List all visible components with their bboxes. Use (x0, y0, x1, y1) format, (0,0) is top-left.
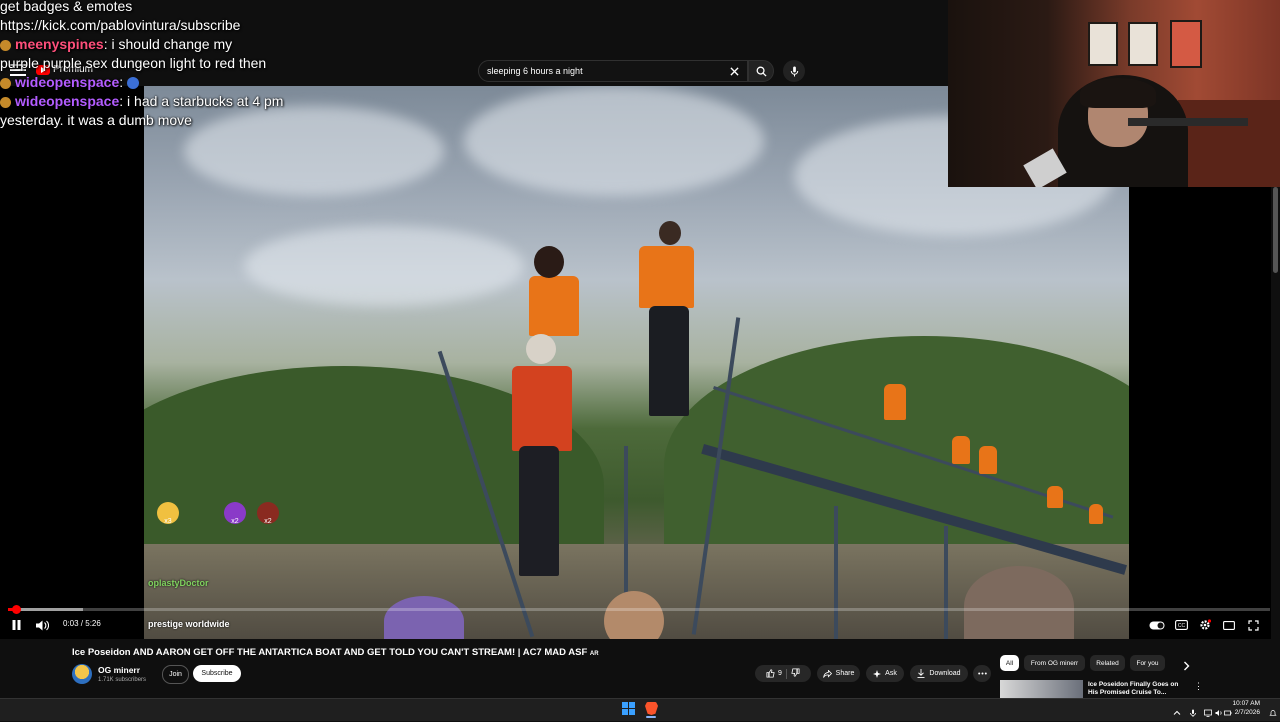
title-suffix: AR (589, 651, 599, 657)
taskbar (0, 698, 1280, 721)
tray-microphone-icon[interactable] (1189, 704, 1197, 717)
chat-line: meenyspines: i should change my (0, 35, 232, 54)
dislike-button[interactable] (791, 668, 800, 679)
pause-icon (12, 620, 20, 630)
video-letterbox-left (0, 86, 144, 639)
progress-track[interactable] (8, 608, 1270, 611)
search-query: sleeping 6 hours a night (487, 66, 583, 76)
taskbar-time[interactable]: 10:07 AM (1232, 700, 1260, 707)
chat-badge-icon (0, 77, 11, 89)
chat-line: yesterday. it was a dumb move (0, 112, 192, 128)
fullscreen-button[interactable] (1245, 618, 1261, 632)
clear-search-icon[interactable] (730, 66, 739, 76)
search-icon (756, 66, 767, 77)
chip-from-channel[interactable]: From OG minerr (1024, 655, 1085, 671)
channel-name[interactable]: OG minerr (98, 665, 140, 675)
video-title: Ice Poseidon AND AARON GET OFF THE ANTAR… (72, 647, 599, 658)
fullscreen-icon (1247, 619, 1259, 631)
recommendation-more-icon[interactable]: ⋮ (1194, 681, 1203, 692)
autoplay-toggle[interactable] (1148, 618, 1166, 632)
like-button[interactable]: 9 (766, 669, 782, 678)
download-icon (917, 669, 925, 678)
theater-mode-button[interactable] (1221, 618, 1237, 632)
active-app-indicator (646, 716, 656, 718)
svg-text:CC: CC (1177, 623, 1185, 629)
search-input[interactable]: sleeping 6 hours a night (478, 60, 748, 82)
like-dislike-group: 9 (755, 665, 811, 682)
gear-icon (1200, 619, 1211, 630)
chat-badge-icon (0, 96, 11, 108)
chat-username: meenyspines (15, 36, 104, 52)
tray-chevron-up-icon[interactable] (1173, 704, 1181, 715)
volume-icon (35, 620, 49, 630)
subscriber-count: 1.71K subscribers (98, 677, 147, 683)
ask-button[interactable]: Ask (866, 665, 904, 682)
voice-search-button[interactable] (783, 60, 805, 82)
share-icon (822, 669, 832, 678)
reaction-username: oplastyDoctor (148, 578, 209, 588)
chat-username: wideopenspace (15, 74, 120, 90)
thumbs-up-icon (766, 669, 775, 678)
captions-button[interactable]: CC (1173, 618, 1189, 632)
autoplay-toggle-icon (1149, 621, 1165, 629)
chip-for-you[interactable]: For you (1130, 655, 1165, 671)
time-display: 0:03 / 5:26 (63, 619, 101, 628)
notifications-icon[interactable] (1269, 704, 1277, 716)
thumbs-down-icon (791, 668, 800, 677)
channel-avatar[interactable] (72, 664, 92, 684)
page-scrollbar[interactable] (1273, 187, 1278, 273)
more-actions-button[interactable] (973, 665, 991, 682)
chat-line: wideopenspace: i had a starbucks at 4 pm (0, 92, 283, 111)
recommendation-thumbnail[interactable] (1000, 680, 1083, 700)
like-divider (785, 668, 787, 679)
captions-icon: CC (1174, 620, 1188, 630)
chat-badge-icon (0, 39, 11, 51)
download-button[interactable]: Download (910, 665, 968, 682)
video-letterbox-right (1129, 187, 1271, 639)
emote-icon (127, 77, 140, 90)
microphone-icon (790, 65, 798, 77)
more-horizontal-icon (977, 672, 987, 675)
reaction-emote: x2 (257, 502, 279, 525)
pause-button[interactable] (8, 618, 24, 632)
stream-caption: prestige worldwide (148, 619, 230, 629)
subscribe-button[interactable]: Subscribe (193, 665, 241, 682)
join-button[interactable]: Join (162, 665, 189, 684)
streamer-webcam (948, 0, 1280, 187)
chat-line: get badges & emotes (0, 0, 133, 14)
recommendation-title[interactable]: Ice Poseidon Finally Goes on His Promise… (1088, 681, 1188, 697)
tray-volume-icon[interactable] (1215, 704, 1223, 716)
chevron-right-icon (1184, 661, 1190, 671)
chips-next-button[interactable] (1183, 658, 1190, 676)
chat-line: https://kick.com/pablovintura/subscribe (0, 17, 241, 33)
theater-icon (1223, 620, 1235, 630)
chat-line: purple purple sex dungeon light to red t… (0, 55, 267, 71)
reaction-emote: x2 (224, 502, 246, 525)
progress-scrubber[interactable] (12, 605, 21, 614)
chat-username: wideopenspace (15, 93, 120, 109)
taskbar-date[interactable]: 2/7/2026 (1232, 709, 1260, 716)
reaction-emote: x3 (157, 502, 179, 525)
like-count: 9 (778, 670, 782, 677)
windows-start-icon[interactable] (622, 702, 635, 715)
tray-battery-icon[interactable] (1224, 704, 1232, 716)
settings-button[interactable] (1197, 618, 1213, 632)
chip-all[interactable]: All (1000, 655, 1019, 671)
share-button[interactable]: Share (817, 665, 860, 682)
tray-network-icon[interactable] (1204, 704, 1212, 717)
search-button[interactable] (748, 60, 774, 82)
chat-line: wideopenspace: (0, 73, 140, 92)
chip-related[interactable]: Related (1090, 655, 1125, 671)
volume-button[interactable] (34, 618, 50, 632)
sparkle-icon (873, 669, 882, 678)
